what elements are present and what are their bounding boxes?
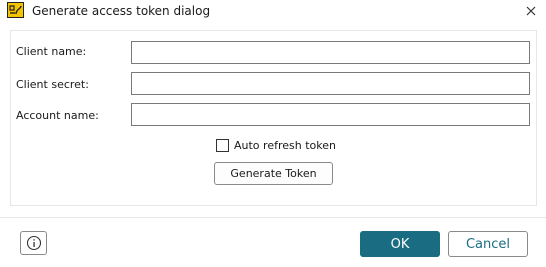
info-button[interactable] <box>20 231 47 255</box>
info-icon <box>26 235 41 251</box>
client-name-label: Client name: <box>16 45 87 58</box>
footer-divider <box>0 217 546 218</box>
title-bar: Generate access token dialog <box>0 0 546 22</box>
cancel-button[interactable]: Cancel <box>448 231 528 257</box>
ok-button[interactable]: OK <box>360 231 440 257</box>
client-secret-input[interactable] <box>131 72 530 95</box>
generate-token-button[interactable]: Generate Token <box>214 162 333 185</box>
app-logo-icon <box>7 2 24 18</box>
window-title: Generate access token dialog <box>32 4 211 18</box>
auto-refresh-row[interactable]: Auto refresh token <box>216 137 336 153</box>
client-name-input[interactable] <box>131 41 530 64</box>
account-name-label: Account name: <box>16 109 99 122</box>
auto-refresh-checkbox[interactable] <box>216 138 229 152</box>
auto-refresh-label: Auto refresh token <box>234 138 336 152</box>
account-name-input[interactable] <box>131 103 530 126</box>
close-icon <box>526 6 536 16</box>
close-button[interactable] <box>522 2 540 20</box>
client-secret-label: Client secret: <box>16 78 89 91</box>
